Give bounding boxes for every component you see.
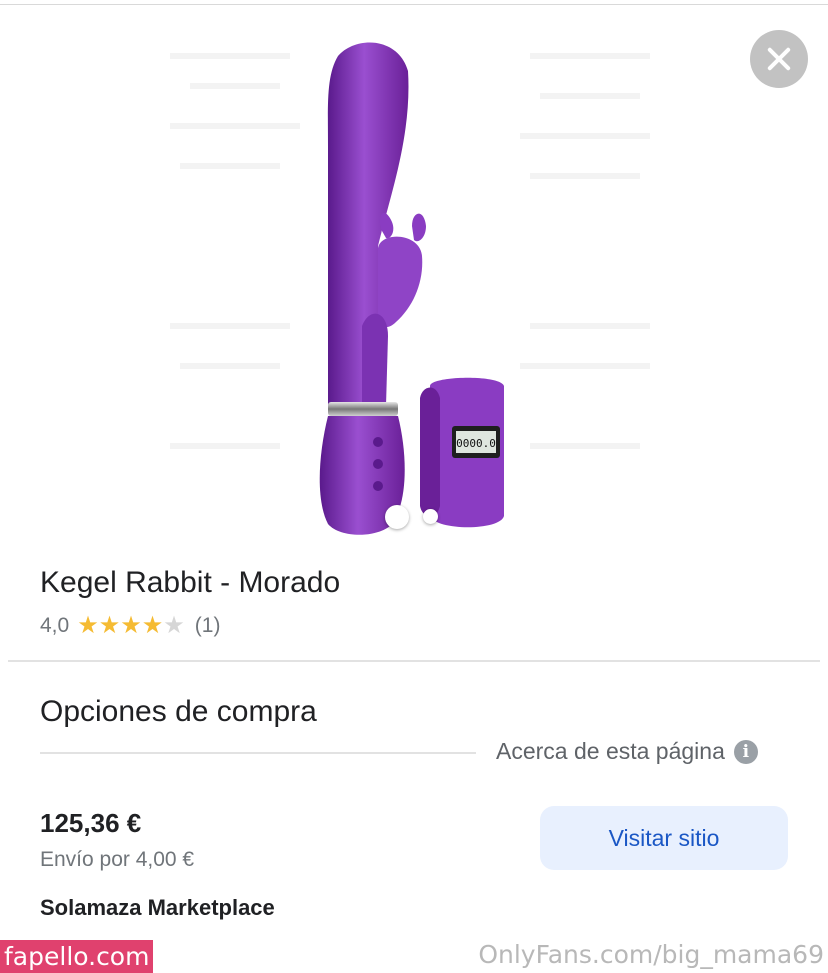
star-icon: ★ — [77, 612, 99, 639]
rating-value: 4,0 — [40, 614, 70, 637]
seller-name: Solamaza Marketplace — [40, 895, 275, 920]
star-icon: ★ — [141, 612, 164, 639]
rating-stars: ★ ★ ★ ★ ★ — [77, 614, 185, 638]
carousel-dot-2[interactable] — [423, 509, 438, 524]
price: 125,36 € — [40, 808, 142, 838]
star-icon: ★ — [163, 612, 185, 639]
close-button[interactable] — [750, 30, 808, 88]
visit-site-button[interactable]: Visitar sitio — [540, 806, 788, 870]
watermark-left: fapello.com — [0, 940, 154, 973]
purchase-options-title: Opciones de compra — [40, 695, 317, 728]
star-icon: ★ — [98, 612, 121, 639]
purchase-options-underline — [40, 752, 476, 754]
product-image: 0000.0 — [160, 36, 660, 535]
watermark-right: OnlyFans.com/big_mama69 — [478, 940, 824, 969]
section-divider — [8, 660, 820, 662]
carousel-dot-1[interactable] — [385, 505, 409, 529]
rating-row[interactable]: 4,0 ★ ★ ★ ★ ★ (1) — [40, 614, 220, 638]
info-icon: i — [733, 739, 758, 764]
about-this-page-label: Acerca de esta página — [496, 738, 725, 764]
product-title: Kegel Rabbit - Morado — [40, 566, 341, 599]
top-divider — [0, 4, 828, 5]
product-image-carousel[interactable]: 0000.0 — [0, 6, 828, 536]
about-this-page-link[interactable]: Acerca de esta página i — [496, 738, 758, 765]
review-count[interactable]: (1) — [195, 614, 221, 638]
remote-display-text: 0000.0 — [456, 437, 496, 450]
shipping-cost: Envío por 4,00 € — [40, 848, 195, 871]
star-icon: ★ — [120, 612, 142, 639]
